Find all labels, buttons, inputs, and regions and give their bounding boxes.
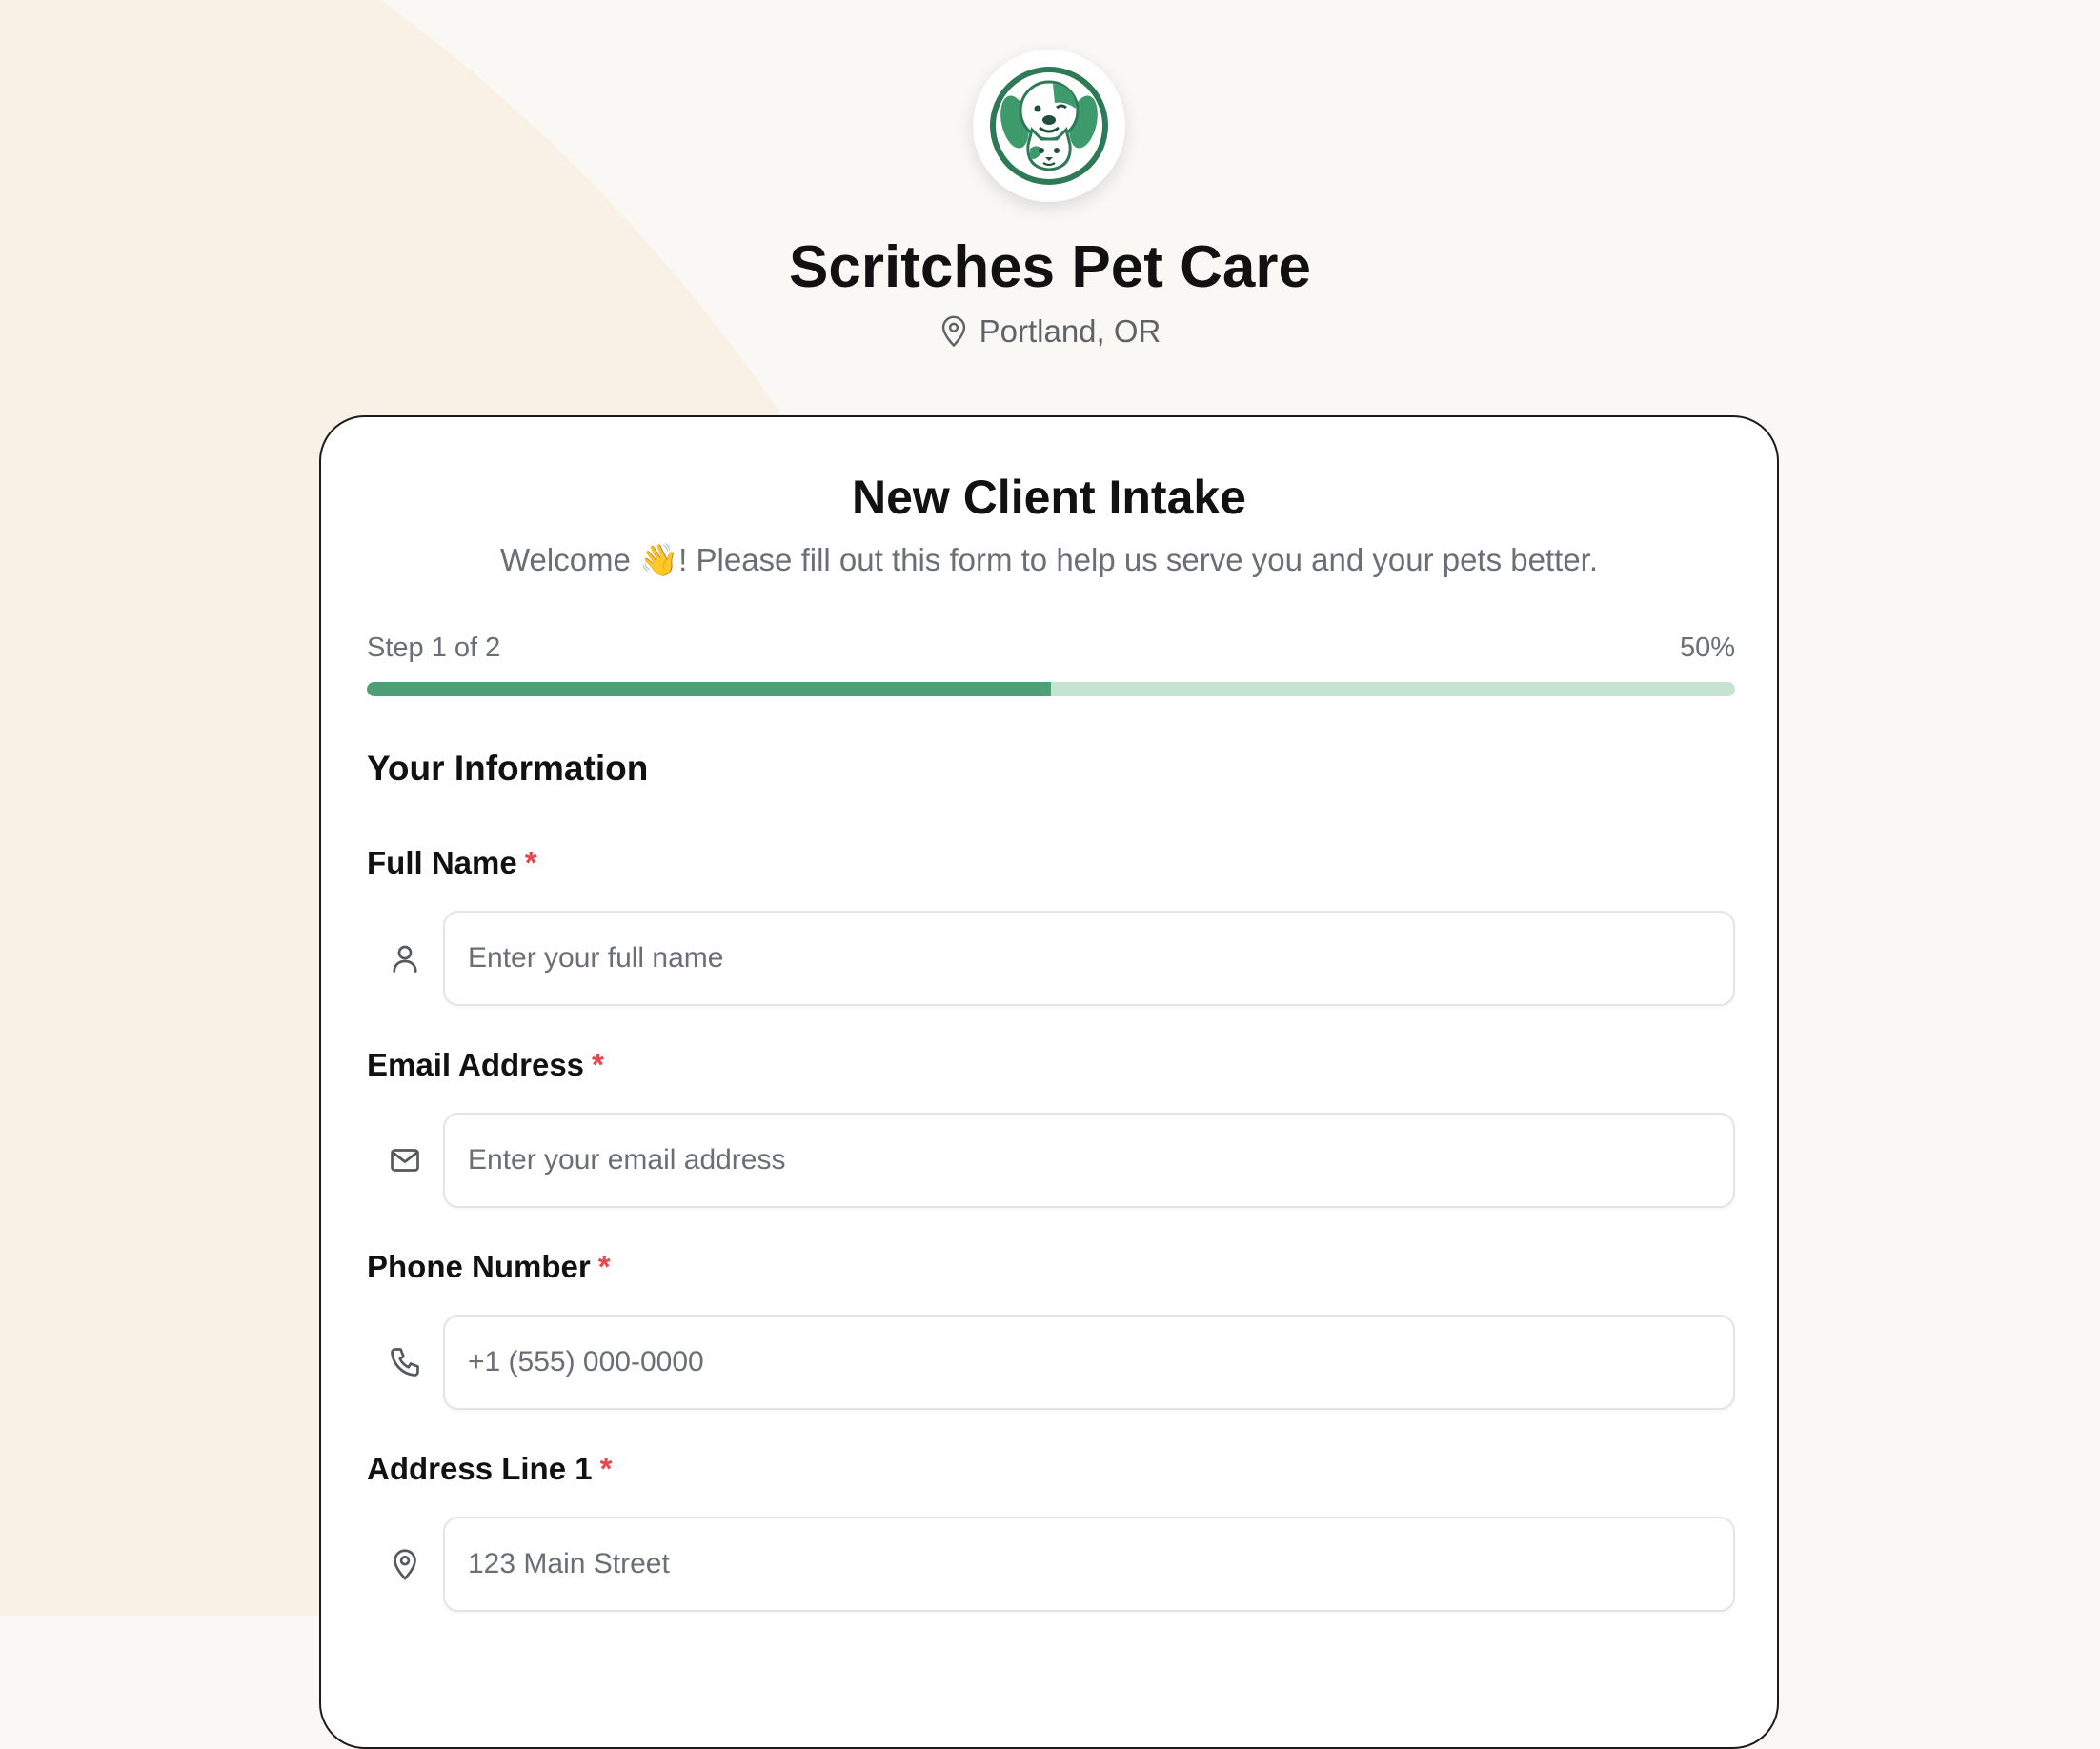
email-label: Email Address * xyxy=(367,1047,604,1082)
intake-form-card: New Client Intake Welcome 👋! Please fill… xyxy=(319,415,1779,1749)
user-icon xyxy=(388,941,422,975)
address-line-1-label: Address Line 1 * xyxy=(367,1451,613,1486)
page-header: Scritches Pet Care Portland, OR xyxy=(0,0,2100,400)
brand-name: Scritches Pet Care xyxy=(789,234,1311,300)
dog-and-cat-logo-icon xyxy=(990,67,1108,185)
phone-input[interactable] xyxy=(443,1315,1735,1410)
address-line-1-input[interactable] xyxy=(443,1517,1735,1612)
progress-percent: 50% xyxy=(1679,633,1735,663)
step-label: Step 1 of 2 xyxy=(367,633,501,663)
phone-field: Phone Number * xyxy=(367,1248,1735,1410)
required-asterisk: * xyxy=(592,1047,604,1082)
phone-icon xyxy=(388,1345,422,1379)
brand-location: Portland, OR xyxy=(0,311,2100,352)
step-indicator: Step 1 of 2 50% xyxy=(367,631,1735,665)
phone-label: Phone Number * xyxy=(367,1249,611,1284)
email-field: Email Address * xyxy=(367,1046,1735,1208)
brand-logo xyxy=(973,50,1125,202)
progress-bar xyxy=(367,682,1735,696)
mail-icon xyxy=(388,1143,422,1177)
required-asterisk: * xyxy=(599,1451,613,1486)
progress-bar-fill xyxy=(367,682,1051,696)
map-pin-icon xyxy=(941,315,965,348)
form-subtitle: Welcome 👋! Please fill out this form to … xyxy=(499,542,1599,577)
location-text: Portland, OR xyxy=(979,313,1161,349)
full-name-field: Full Name * xyxy=(367,844,1735,1006)
form-title: New Client Intake xyxy=(852,471,1246,524)
address-line-1-field: Address Line 1 * xyxy=(367,1450,1735,1612)
full-name-input[interactable] xyxy=(443,911,1735,1006)
required-asterisk: * xyxy=(524,845,537,880)
map-pin-icon xyxy=(388,1547,422,1581)
full-name-label: Full Name * xyxy=(367,845,537,880)
section-title: Your Information xyxy=(367,749,649,788)
required-asterisk: * xyxy=(597,1249,611,1284)
email-input[interactable] xyxy=(443,1113,1735,1208)
